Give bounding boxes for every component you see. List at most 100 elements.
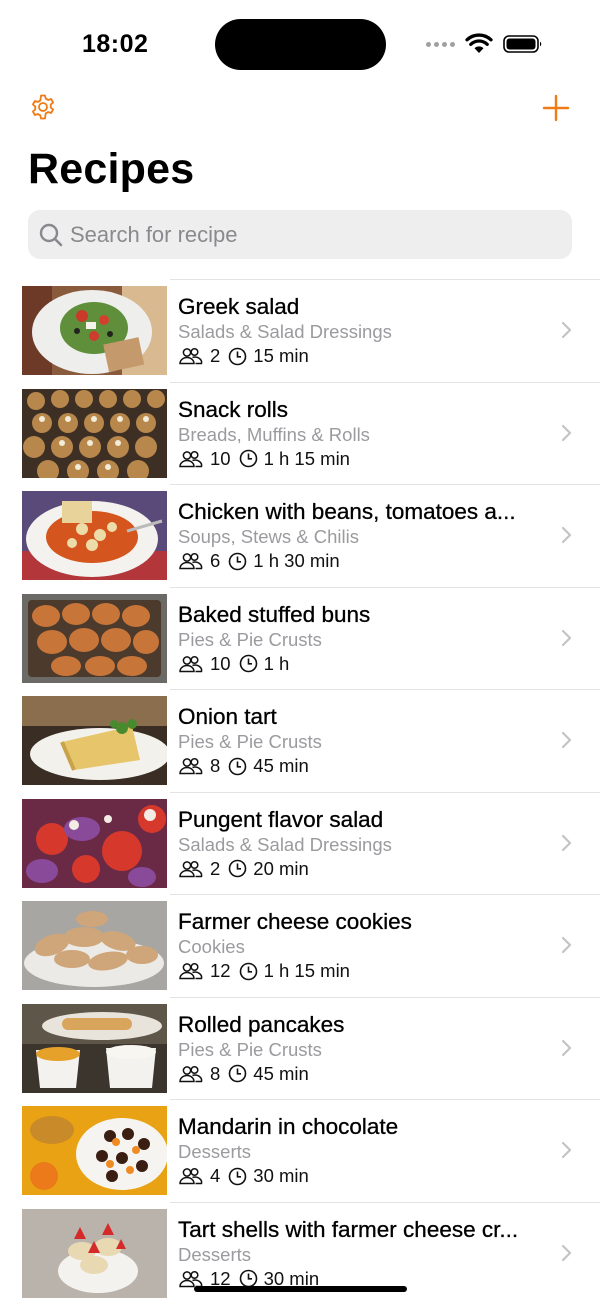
- recipe-category: Breads, Muffins & Rolls: [178, 423, 370, 445]
- chevron-right-icon: [561, 321, 572, 339]
- recipe-meta: 2 15 min: [178, 345, 309, 367]
- recipe-thumbnail: [22, 1003, 167, 1093]
- people-icon: [179, 655, 203, 672]
- row-divider: [170, 1099, 600, 1100]
- recipe-thumbnail: [22, 286, 167, 375]
- recipe-row[interactable]: Chicken with beans, tomatoes a... Soups,…: [0, 484, 600, 587]
- people-icon: [179, 757, 203, 775]
- page-title: Recipes: [28, 145, 195, 193]
- people-icon: [179, 962, 203, 980]
- row-divider: [170, 586, 600, 588]
- recipe-name: Greek salad: [178, 294, 300, 319]
- recipe-row[interactable]: Farmer cheese cookies Cookies 12 1 h 15 …: [0, 894, 600, 997]
- recipe-row[interactable]: Mandarin in chocolate Desserts 4 30 min: [0, 1099, 600, 1202]
- recipe-meta: 10 1 h: [178, 653, 289, 675]
- row-divider: [170, 484, 600, 485]
- magnifier-icon: [39, 223, 63, 247]
- cooking-time: 1 h 30 min: [253, 550, 340, 571]
- servings-count: 6: [210, 550, 221, 571]
- row-divider: [170, 279, 600, 280]
- chevron-right-icon: [561, 629, 572, 646]
- cooking-time: 45 min: [253, 755, 309, 776]
- home-indicator[interactable]: [194, 1286, 407, 1292]
- chevron-right-icon: [561, 731, 572, 749]
- cooking-time: 45 min: [253, 1062, 309, 1084]
- chevron-right-icon: [561, 834, 572, 851]
- servings-count: 2: [210, 345, 221, 366]
- plus-icon[interactable]: [542, 94, 570, 122]
- cooking-time: 20 min: [253, 857, 309, 879]
- recipe-thumbnail: [22, 798, 167, 888]
- search-bar[interactable]: [28, 210, 572, 259]
- search-input[interactable]: [70, 210, 560, 259]
- people-icon: [179, 552, 203, 570]
- recipe-thumbnail: [22, 901, 167, 990]
- recipe-name: Baked stuffed buns: [178, 601, 371, 627]
- recipe-meta: 8 45 min: [178, 1063, 309, 1085]
- recipe-category: Desserts: [178, 1141, 251, 1162]
- recipe-meta: 10 1 h 15 min: [178, 448, 350, 470]
- row-divider: [170, 689, 600, 690]
- chevron-right-icon: [561, 424, 572, 441]
- recipe-meta: 4 30 min: [178, 1165, 309, 1187]
- clock-icon: [239, 962, 257, 980]
- recipe-category: Pies & Pie Crusts: [178, 731, 322, 752]
- people-icon: [179, 1270, 203, 1287]
- cooking-time: 1 h 15 min: [263, 447, 350, 469]
- recipe-category: Cookies: [178, 936, 245, 957]
- wifi-icon: [465, 33, 493, 53]
- cooking-time: 30 min: [253, 1165, 309, 1186]
- servings-count: 12: [210, 960, 231, 981]
- chevron-right-icon: [561, 1039, 572, 1056]
- recipe-row[interactable]: Rolled pancakes Pies & Pie Crusts 8 45 m…: [0, 996, 600, 1100]
- clock-icon: [239, 654, 257, 673]
- recipe-name: Snack rolls: [178, 396, 289, 422]
- gear-icon[interactable]: [29, 93, 57, 121]
- cooking-time: 1 h 15 min: [263, 960, 350, 981]
- recipe-category: Pies & Pie Crusts: [178, 628, 322, 650]
- clock-icon: [228, 347, 247, 365]
- clock-icon: [228, 1167, 247, 1185]
- people-icon: [179, 860, 203, 877]
- recipe-name: Farmer cheese cookies: [178, 909, 412, 934]
- recipe-thumbnail: [22, 491, 167, 580]
- people-icon: [179, 347, 203, 365]
- recipe-name: Chicken with beans, tomatoes a...: [178, 499, 516, 524]
- row-divider: [170, 996, 600, 998]
- people-icon: [179, 450, 203, 467]
- row-divider: [170, 894, 600, 895]
- recipe-list: Greek salad Salads & Salad Dressings 2 1…: [0, 279, 600, 1304]
- clock-icon: [239, 449, 257, 468]
- servings-count: 10: [210, 447, 231, 469]
- recipe-name: Tart shells with farmer cheese cr...: [178, 1216, 519, 1242]
- recipe-name: Mandarin in chocolate: [178, 1114, 399, 1139]
- recipe-name: Rolled pancakes: [178, 1011, 345, 1037]
- recipe-row[interactable]: Baked stuffed buns Pies & Pie Crusts 10 …: [0, 586, 600, 690]
- recipe-category: Soups, Stews & Chilis: [178, 526, 359, 547]
- recipe-thumbnail: [22, 593, 167, 683]
- recipe-row[interactable]: Snack rolls Breads, Muffins & Rolls 10 1…: [0, 381, 600, 485]
- recipe-category: Salads & Salad Dressings: [178, 321, 392, 342]
- recipe-meta: 8 45 min: [178, 755, 309, 777]
- row-divider: [170, 381, 600, 383]
- recipe-name: Pungent flavor salad: [178, 806, 384, 832]
- battery-icon: [503, 35, 542, 53]
- navigation-bar: [0, 90, 600, 130]
- clock-icon: [228, 1064, 247, 1083]
- servings-count: 8: [210, 755, 221, 776]
- recipe-row[interactable]: Onion tart Pies & Pie Crusts 8 45 min: [0, 689, 600, 792]
- chevron-right-icon: [561, 936, 572, 954]
- servings-count: 8: [210, 1062, 221, 1084]
- status-bar: 18:02: [0, 0, 600, 90]
- people-icon: [179, 1065, 203, 1082]
- servings-count: 2: [210, 857, 221, 879]
- servings-count: 4: [210, 1165, 221, 1186]
- people-icon: [179, 1167, 203, 1185]
- cellular-signal-icon: [426, 42, 456, 50]
- recipe-row[interactable]: Greek salad Salads & Salad Dressings 2 1…: [0, 279, 600, 382]
- recipe-meta: 12 1 h 15 min: [178, 960, 350, 982]
- clock-icon: [228, 757, 247, 775]
- cooking-time: 1 h: [263, 652, 290, 674]
- recipe-row[interactable]: Pungent flavor salad Salads & Salad Dres…: [0, 791, 600, 895]
- row-divider: [170, 791, 600, 793]
